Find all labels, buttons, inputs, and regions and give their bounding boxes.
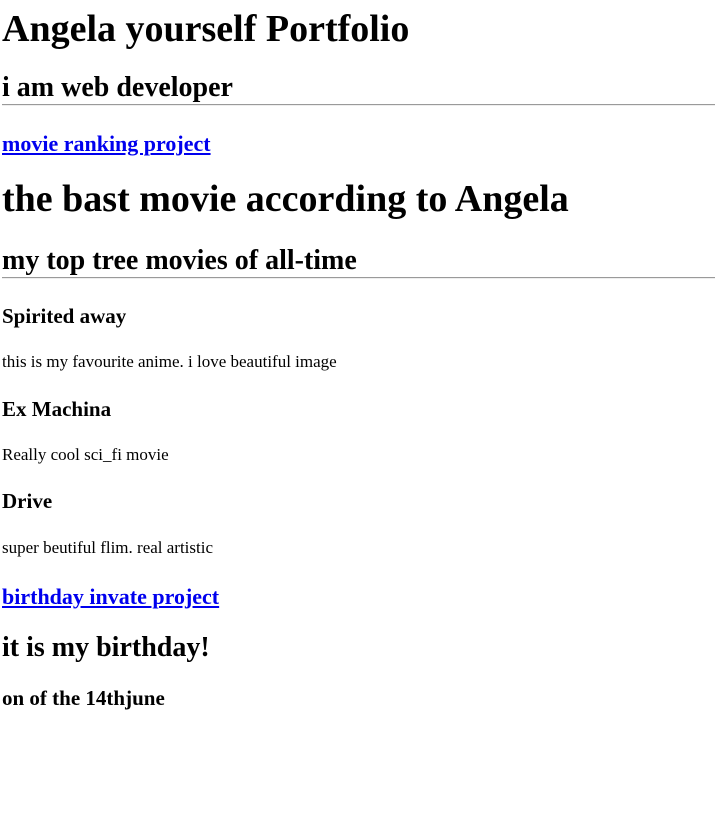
movie-item-description: super beutiful flim. real artistic bbox=[2, 538, 214, 557]
page-subtitle: i am web developer bbox=[2, 72, 233, 103]
movie-item-description: Really cool sci_fi movie bbox=[2, 445, 169, 464]
movies-subheading: my top tree movies of all-time bbox=[2, 245, 357, 276]
movie-ranking-project-link[interactable]: movie ranking project bbox=[2, 131, 715, 157]
movie-item-description: this is my favourite anime. i love beaut… bbox=[2, 352, 337, 371]
movie-item-title: Drive bbox=[2, 489, 53, 513]
birthday-heading: it is my birthday! bbox=[2, 632, 210, 663]
divider bbox=[2, 277, 715, 279]
movie-item-title: Spirited away bbox=[2, 304, 127, 328]
divider bbox=[2, 104, 715, 106]
movies-heading: the bast movie according to Angela bbox=[2, 178, 569, 220]
birthday-subheading: on of the 14thjune bbox=[2, 686, 165, 710]
birthday-invite-project-link[interactable]: birthday invate project bbox=[2, 584, 715, 610]
page-title: Angela yourself Portfolio bbox=[2, 8, 410, 50]
movie-item-title: Ex Machina bbox=[2, 397, 112, 421]
page: Angela yourself Portfolio i am web devel… bbox=[0, 0, 717, 710]
